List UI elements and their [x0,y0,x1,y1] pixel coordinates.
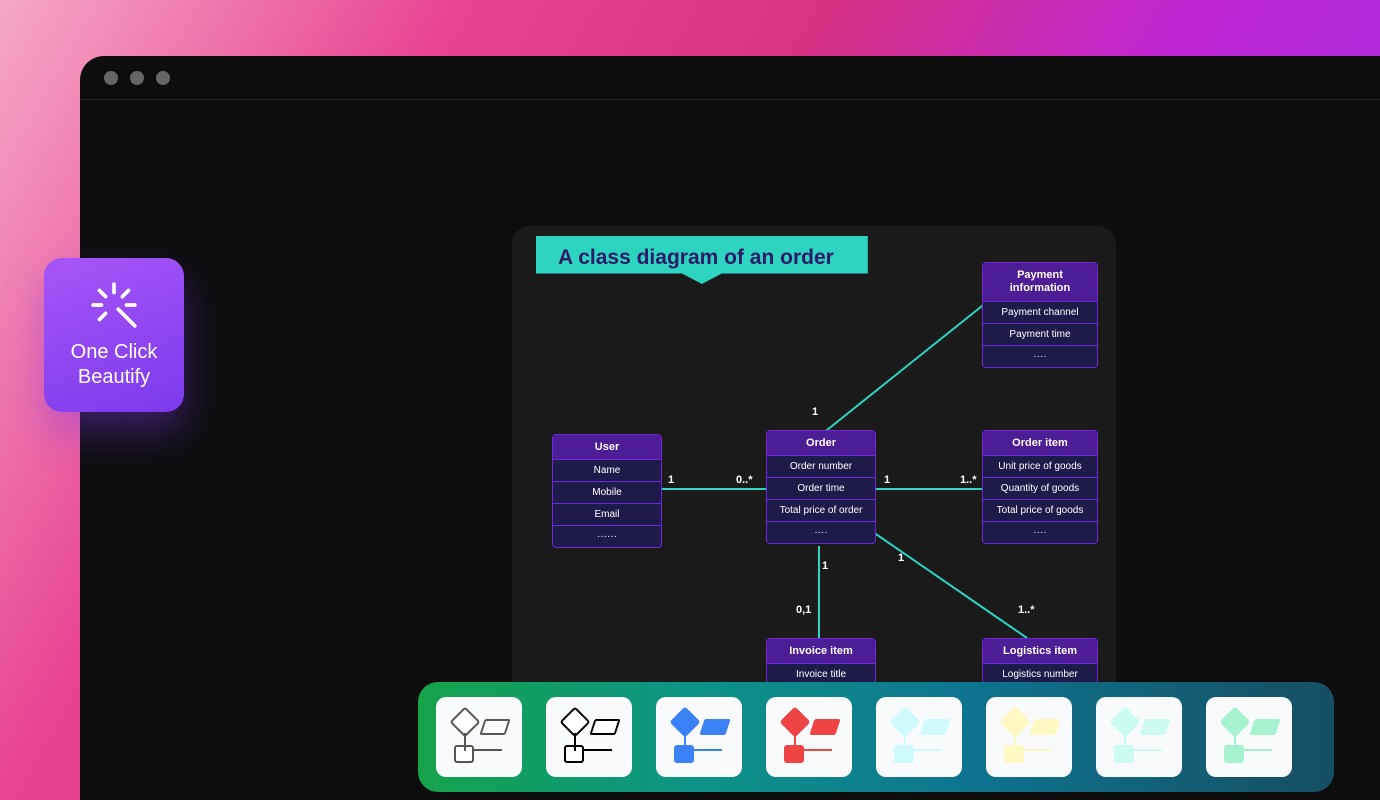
connector-icon [1134,749,1162,751]
theme-swatch-teal-soft[interactable] [1206,697,1292,777]
theme-swatch-blue[interactable] [656,697,742,777]
connector-order-invoice [818,546,820,640]
one-click-beautify-card[interactable]: One ClickBeautify [44,258,184,412]
class-header: Payment information [983,263,1097,302]
mult-item-2: 1..* [960,474,977,486]
connector-icon [574,733,576,751]
class-header: Order item [983,431,1097,456]
wand-icon [89,280,139,330]
connector-icon [474,749,502,751]
class-user[interactable]: User Name Mobile Email ······ [552,434,662,548]
diagram-canvas[interactable]: A class diagram of an order 1 0..* 1 1 1… [512,226,1116,756]
mult-item-1: 1 [884,474,890,486]
connector-order-logistics [862,526,1042,646]
parallelogram-icon [1029,719,1060,735]
connector-order-item [874,488,982,490]
parallelogram-icon [1249,719,1280,735]
mult-user-2: 0..* [736,474,753,486]
connector-user-order [660,488,766,490]
mult-invoice-1: 1 [822,560,828,572]
class-header: Logistics item [983,639,1097,664]
connector-icon [694,749,722,751]
minimize-dot[interactable] [130,71,144,85]
theme-palette [418,682,1334,792]
class-header: Order [767,431,875,456]
theme-swatch-outline-white[interactable] [436,697,522,777]
parallelogram-icon [1139,719,1170,735]
class-order[interactable]: Order Order number Order time Total pric… [766,430,876,544]
beautify-label: One ClickBeautify [71,340,158,390]
mult-payment: 1 [812,406,818,418]
theme-swatch-teal-light[interactable] [1096,697,1182,777]
connector-icon [1014,733,1016,751]
parallelogram-icon [589,719,620,735]
class-header: Invoice item [767,639,875,664]
parallelogram-icon [919,719,950,735]
connector-icon [464,733,466,751]
titlebar [80,56,1380,100]
mult-logistics-2: 1..* [1018,604,1035,616]
mult-logistics-1: 1 [898,552,904,564]
theme-swatch-red[interactable] [766,697,852,777]
parallelogram-icon [699,719,730,735]
theme-swatch-yellow-light[interactable] [986,697,1072,777]
connector-icon [1234,733,1236,751]
parallelogram-icon [809,719,840,735]
parallelogram-icon [479,719,510,735]
connector-icon [1244,749,1272,751]
close-dot[interactable] [104,71,118,85]
connector-icon [1024,749,1052,751]
mult-user-1: 1 [668,474,674,486]
mult-invoice-2: 0,1 [796,604,811,616]
maximize-dot[interactable] [156,71,170,85]
connector-icon [1124,733,1126,751]
theme-swatch-outline-black[interactable] [546,697,632,777]
class-header: User [553,435,661,460]
connector-icon [914,749,942,751]
connector-icon [804,749,832,751]
connector-icon [684,733,686,751]
class-order-item[interactable]: Order item Unit price of goods Quantity … [982,430,1098,544]
connector-icon [584,749,612,751]
connector-icon [904,733,906,751]
class-payment[interactable]: Payment information Payment channel Paym… [982,262,1098,368]
connector-icon [794,733,796,751]
diagram-title: A class diagram of an order [536,236,868,284]
theme-swatch-cyan-light[interactable] [876,697,962,777]
